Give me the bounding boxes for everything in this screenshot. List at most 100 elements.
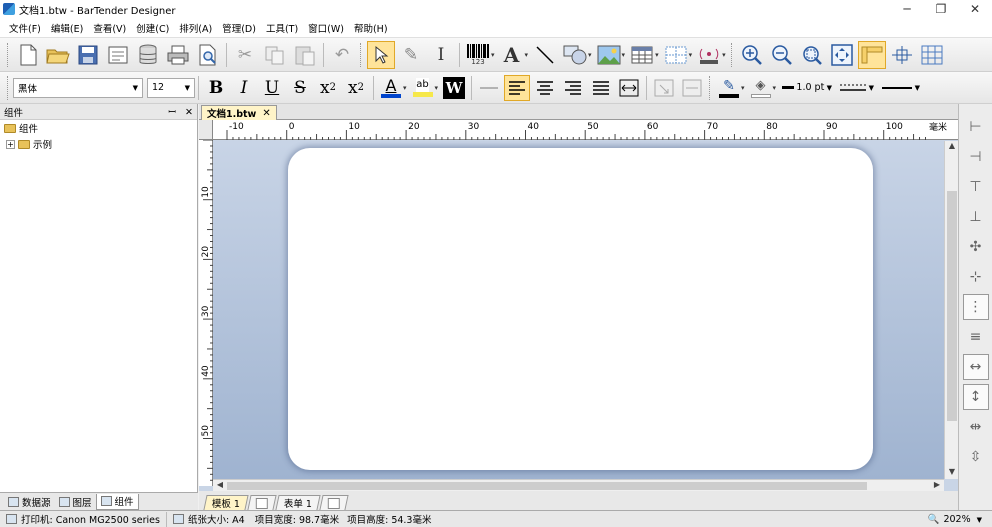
expand-icon[interactable]: + (6, 139, 15, 149)
vertical-scrollbar[interactable]: ▲ ▼ (944, 141, 958, 479)
align-center-icon[interactable] (532, 75, 558, 101)
menu-file[interactable]: 文件(F) (4, 21, 46, 35)
horizontal-line-icon[interactable] (476, 75, 502, 101)
shape-dropdown-caret[interactable]: ▾ (588, 51, 592, 59)
menu-tools[interactable]: 工具(T) (261, 21, 303, 35)
print-icon[interactable] (164, 41, 192, 69)
distribute-vertical-icon[interactable]: ≡ (963, 324, 989, 350)
add-form-button[interactable] (319, 495, 349, 510)
zoom-in-icon[interactable] (738, 41, 766, 69)
scroll-up-icon[interactable]: ▲ (945, 141, 959, 153)
menu-arrange[interactable]: 排列(A) (174, 21, 217, 35)
font-size-select[interactable]: 12 ▼ (147, 77, 195, 98)
toolbar-grip[interactable] (360, 42, 363, 67)
rfid-dropdown-caret[interactable]: ▾ (722, 51, 726, 59)
grid-toggle-icon[interactable] (918, 41, 946, 69)
align-right-icon[interactable] (560, 75, 586, 101)
center-vertical-icon[interactable]: ↕ (962, 384, 989, 410)
undo-icon[interactable]: ↶ (328, 41, 356, 69)
align-left-icon[interactable] (504, 74, 531, 101)
highlight-button[interactable]: ab (410, 75, 436, 101)
add-template-button[interactable] (247, 495, 277, 510)
justify-icon[interactable] (588, 75, 614, 101)
database-icon[interactable] (134, 41, 162, 69)
align-left-edges-icon[interactable]: ⊢ (963, 114, 989, 140)
same-width-icon[interactable]: ⇹ (963, 414, 989, 440)
table-dropdown-caret[interactable]: ▾ (655, 51, 659, 59)
same-height-icon[interactable]: ⇳ (963, 444, 989, 470)
save-icon[interactable] (74, 41, 102, 69)
italic-button[interactable]: I (231, 75, 257, 101)
zoom-fit-icon[interactable] (798, 41, 826, 69)
menu-help[interactable]: 帮助(H) (349, 21, 393, 35)
picture-icon[interactable] (595, 41, 623, 69)
grid-icon[interactable] (662, 41, 690, 69)
toolbar-grip[interactable] (709, 75, 712, 100)
strikethrough-button[interactable]: S (287, 75, 313, 101)
rfid-icon[interactable] (695, 41, 723, 69)
tab-data-sources[interactable]: 数据源 (4, 494, 55, 510)
text-cursor-icon[interactable]: I (427, 41, 455, 69)
tree-item-components[interactable]: 组件 (0, 120, 197, 136)
table-icon[interactable] (628, 41, 656, 69)
superscript-button[interactable]: x2 (343, 75, 369, 101)
copy-icon[interactable] (261, 41, 289, 69)
cut-icon[interactable]: ✂ (231, 41, 259, 69)
design-canvas[interactable] (213, 141, 944, 479)
text-icon[interactable]: A (498, 41, 526, 69)
status-printer[interactable]: 打印机: Canon MG2500 series (0, 511, 167, 527)
word-art-button[interactable]: W (441, 75, 467, 101)
document-tab[interactable]: 文档1.btw ✕ (201, 105, 277, 120)
fill-color-dropdown-caret[interactable]: ▾ (773, 84, 777, 92)
tab-form-1[interactable]: 表单 1 (275, 495, 321, 510)
picture-dropdown-caret[interactable]: ▾ (622, 51, 626, 59)
zoom-page-icon[interactable] (828, 41, 856, 69)
document-tab-close-icon[interactable]: ✕ (262, 108, 270, 119)
fit-width-icon[interactable] (616, 75, 642, 101)
close-button[interactable]: ✕ (958, 0, 992, 18)
panel-close-icon[interactable]: ✕ (185, 107, 193, 118)
horizontal-scrollbar[interactable]: ◀ ▶ (213, 479, 944, 491)
maximize-button[interactable]: ❐ (924, 0, 958, 18)
font-color-button[interactable]: A (378, 75, 404, 101)
barcode-icon[interactable]: 123 (464, 41, 492, 69)
line-color-icon[interactable]: ✎ (716, 75, 742, 101)
status-paper[interactable]: 纸张大小: A4 (167, 512, 251, 527)
status-zoom[interactable]: 🔍 202% ▼ (928, 512, 982, 527)
barcode-dropdown-caret[interactable]: ▾ (491, 51, 495, 59)
highlight-dropdown-caret[interactable]: ▾ (435, 84, 439, 92)
menu-administer[interactable]: 管理(D) (217, 21, 261, 35)
distribute-horizontal-icon[interactable]: ⋮ (962, 294, 989, 320)
shape-icon[interactable] (561, 41, 589, 69)
center-horizontal-icon[interactable]: ↔ (962, 354, 989, 380)
toolbar-grip[interactable] (7, 42, 10, 67)
horizontal-ruler[interactable]: -10 0 10 20 30 40 50 60 70 80 90 100 毫米 (213, 120, 958, 140)
label-template[interactable] (288, 148, 873, 470)
horizontal-scroll-thumb[interactable] (227, 482, 867, 490)
align-centers-horizontal-icon[interactable]: ✣ (963, 234, 989, 260)
toolbar-grip[interactable] (730, 42, 734, 67)
border-icon[interactable] (679, 75, 705, 101)
menu-create[interactable]: 创建(C) (131, 21, 174, 35)
font-color-dropdown-caret[interactable]: ▾ (403, 84, 407, 92)
minimize-button[interactable]: ─ (890, 0, 924, 18)
bold-button[interactable]: B (203, 75, 229, 101)
subscript-button[interactable]: x2 (315, 75, 341, 101)
open-folder-icon[interactable] (44, 41, 72, 69)
menu-view[interactable]: 查看(V) (88, 21, 131, 35)
format-painter-icon[interactable]: ✎ (397, 41, 425, 69)
new-document-icon[interactable] (14, 41, 42, 69)
tab-template-1[interactable]: 模板 1 (203, 495, 249, 510)
toolbar-grip[interactable] (7, 75, 10, 100)
tab-layers[interactable]: 图层 (55, 494, 96, 510)
pointer-icon[interactable] (367, 40, 395, 69)
zoom-out-icon[interactable] (768, 41, 796, 69)
vertical-ruler[interactable]: 10 20 30 40 50 (199, 139, 213, 486)
align-grid-icon[interactable] (888, 41, 916, 69)
grid-dropdown-caret[interactable]: ▾ (689, 51, 693, 59)
font-family-select[interactable]: 黑体 ▼ (13, 77, 143, 98)
resize-icon[interactable] (651, 75, 677, 101)
align-centers-vertical-icon[interactable]: ⊹ (963, 264, 989, 290)
fill-color-icon[interactable]: ◈ (748, 75, 774, 101)
line-style-select[interactable]: ▼ (836, 78, 878, 98)
